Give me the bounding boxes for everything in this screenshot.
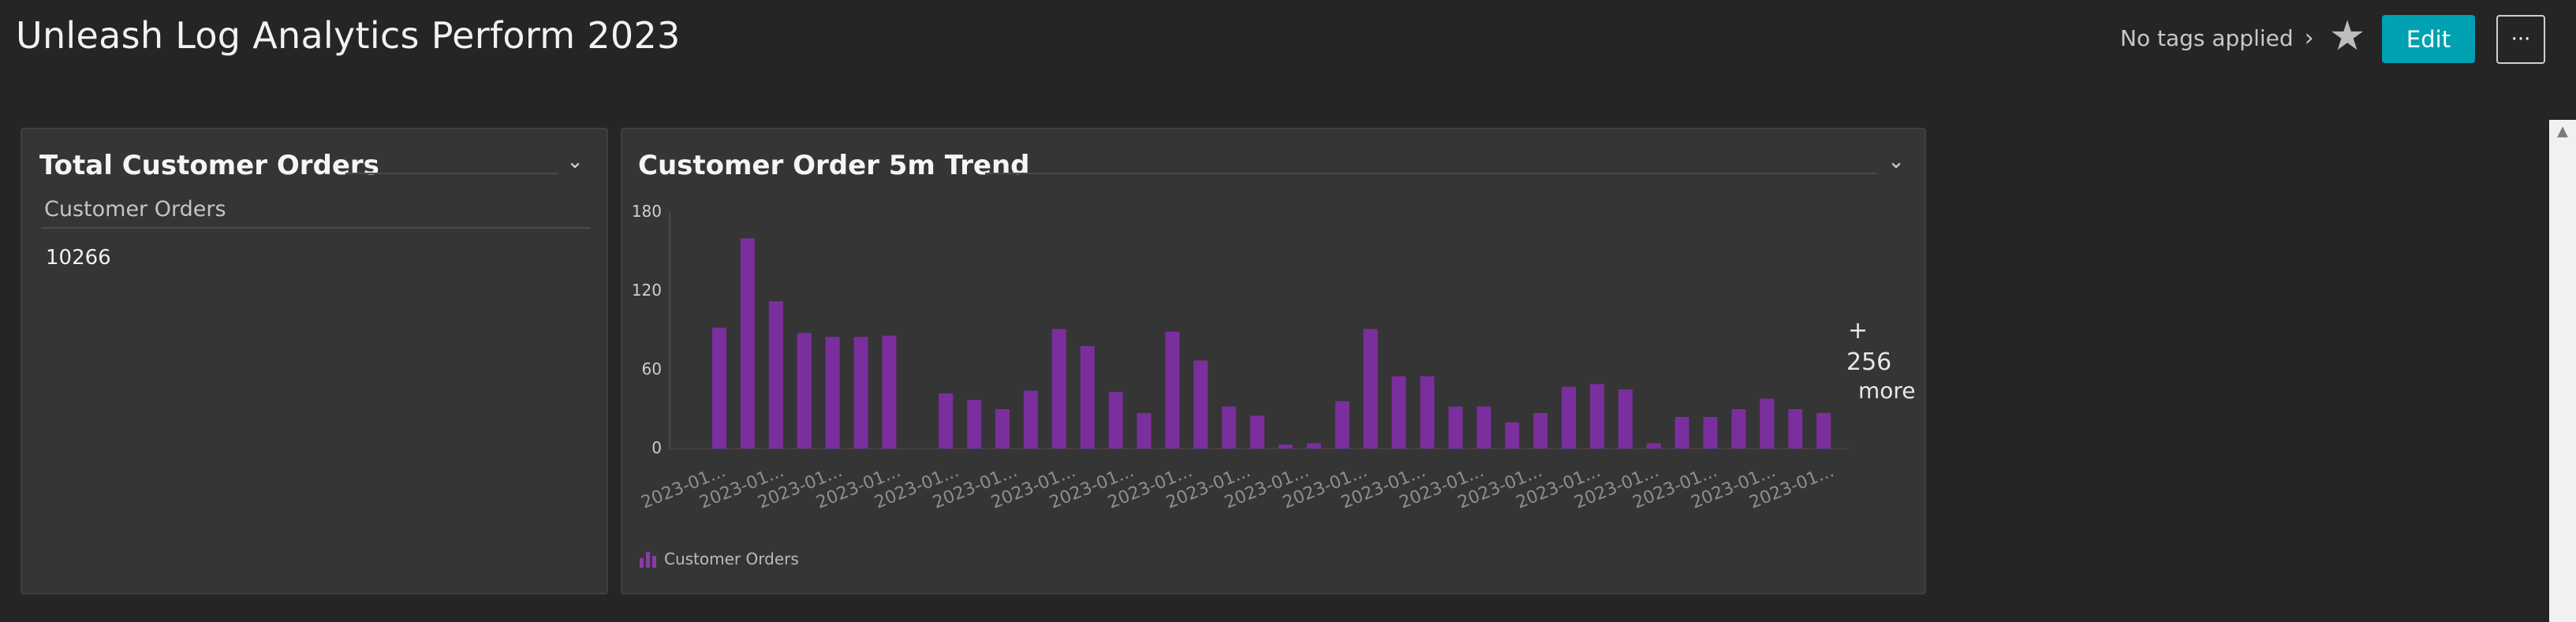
bar[interactable]: [712, 327, 726, 449]
bar[interactable]: [1335, 401, 1350, 449]
bar[interactable]: [1703, 417, 1718, 449]
more-options-button[interactable]: ···: [2496, 15, 2545, 64]
bar[interactable]: [797, 333, 812, 449]
dashboard-title: Unleash Log Analytics Perform 2023: [16, 14, 681, 57]
bar[interactable]: [1674, 417, 1689, 449]
bar[interactable]: [853, 337, 868, 449]
table-column-header: Customer Orders: [44, 197, 226, 222]
bar[interactable]: [825, 337, 840, 449]
chevron-down-icon[interactable]: ⌄: [563, 150, 587, 173]
bar[interactable]: [1420, 376, 1435, 449]
bar[interactable]: [1562, 386, 1576, 449]
legend-label: Customer Orders: [664, 549, 799, 568]
trend-bar-chart: 1801206002023-01...2023-01...2023-01...2…: [632, 202, 1849, 513]
bar[interactable]: [1477, 406, 1491, 449]
more-word: more: [1858, 378, 1916, 404]
total-orders-tile: Total Customer Orders ⌄ Customer Orders …: [21, 128, 608, 594]
tags-label: No tags applied: [2120, 25, 2294, 51]
edit-button[interactable]: Edit: [2382, 15, 2475, 63]
bar-chart-icon: [640, 550, 656, 568]
tile-title: Total Customer Orders: [39, 150, 379, 181]
bar[interactable]: [1051, 329, 1066, 449]
star-icon[interactable]: ★: [2327, 16, 2368, 57]
bar[interactable]: [1646, 443, 1661, 449]
bar[interactable]: [1108, 392, 1123, 449]
bar[interactable]: [939, 393, 954, 449]
bar[interactable]: [995, 409, 1010, 449]
bar[interactable]: [1391, 376, 1406, 449]
bar[interactable]: [1760, 398, 1775, 449]
bar[interactable]: [1363, 329, 1378, 449]
bar[interactable]: [1618, 389, 1633, 449]
bar[interactable]: [1137, 413, 1152, 449]
bar[interactable]: [1193, 360, 1208, 449]
bar[interactable]: [1788, 409, 1803, 449]
bar[interactable]: [1250, 415, 1265, 449]
y-tick-label: 120: [632, 281, 662, 300]
bar[interactable]: [1589, 384, 1604, 449]
more-count: 256: [1846, 348, 1892, 376]
bar[interactable]: [768, 301, 783, 449]
scroll-up-arrow-icon[interactable]: ▲: [2549, 120, 2576, 142]
bar[interactable]: [1505, 422, 1520, 449]
bar[interactable]: [1731, 409, 1746, 449]
bar[interactable]: [1306, 443, 1321, 449]
bar[interactable]: [1165, 331, 1180, 449]
bar[interactable]: [740, 238, 755, 449]
bar[interactable]: [1023, 390, 1038, 449]
scrollbar[interactable]: [2549, 120, 2576, 622]
bar[interactable]: [1080, 346, 1095, 449]
more-series-note: + 256 more: [1846, 315, 1917, 404]
chevron-right-icon: ›: [2304, 24, 2314, 52]
y-tick-label: 60: [642, 359, 662, 378]
order-trend-tile: Customer Order 5m Trend ⌄ 180 120 60 0 2023-…: [621, 128, 1926, 594]
bar[interactable]: [1222, 406, 1237, 449]
table-divider: [41, 227, 591, 229]
bar[interactable]: [1279, 445, 1293, 449]
y-tick-label: 0: [651, 438, 662, 457]
chart-legend: Customer Orders: [640, 549, 799, 568]
y-tick-label: 180: [632, 202, 662, 221]
tags-link[interactable]: No tags applied ›: [2120, 24, 2314, 52]
bar[interactable]: [1816, 413, 1831, 449]
bar[interactable]: [882, 335, 897, 449]
bar[interactable]: [1533, 413, 1548, 449]
bar[interactable]: [967, 400, 982, 449]
table-cell-value: 10266: [46, 246, 111, 270]
bar[interactable]: [1448, 406, 1463, 449]
title-divider: [345, 173, 558, 174]
more-plus: +: [1848, 317, 1869, 345]
